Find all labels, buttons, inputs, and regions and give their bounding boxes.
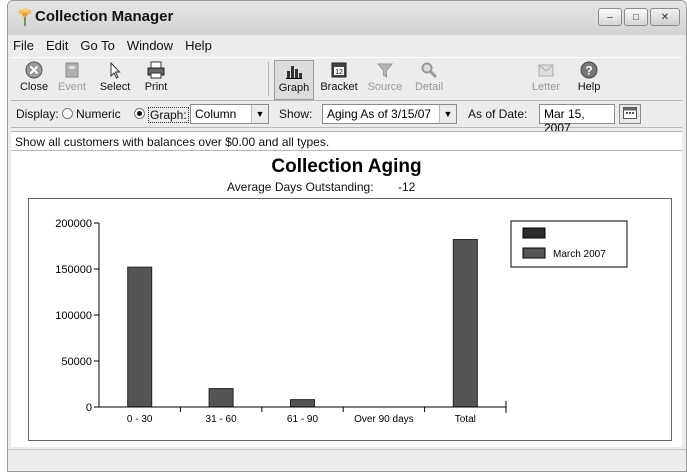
print-button-label: Print xyxy=(144,81,168,93)
chart-title: Collection Aging xyxy=(271,156,422,177)
bracket-badge: 12 xyxy=(335,69,343,76)
show-dropdown-arrow-icon[interactable]: ▼ xyxy=(439,105,456,123)
select-button-label: Select xyxy=(99,81,131,93)
flower-app-icon xyxy=(16,7,34,27)
x-tick-label: 31 - 60 xyxy=(206,414,238,425)
toolbar-separator xyxy=(268,62,269,96)
envelope-icon xyxy=(536,60,556,80)
y-axis: 200000 150000 100000 50000 0 xyxy=(55,218,100,414)
legend-swatch xyxy=(522,247,546,259)
numeric-radio[interactable] xyxy=(62,108,73,119)
funnel-icon xyxy=(375,60,395,80)
maximize-button[interactable]: □ xyxy=(624,8,648,26)
title-bar[interactable]: Collection Manager – □ ✕ xyxy=(8,1,686,35)
bar xyxy=(290,399,315,408)
window-controls: – □ ✕ xyxy=(598,8,680,26)
filter-description: Show all customers with balances over $0… xyxy=(11,131,682,151)
graph-radio-label[interactable]: Graph: xyxy=(148,107,189,123)
minimize-button[interactable]: – xyxy=(598,8,622,26)
menu-file[interactable]: File xyxy=(13,38,34,53)
show-select[interactable]: Aging As of 3/15/07 ▼ xyxy=(322,104,457,124)
help-button-label: Help xyxy=(577,81,601,93)
x-tick-label: Total xyxy=(455,414,476,425)
average-days-label: Average Days Outstanding: xyxy=(227,180,374,194)
as-of-date-field[interactable]: Mar 15, 2007 xyxy=(539,104,615,135)
chart-type-value: Column xyxy=(195,107,237,121)
as-of-date-label: As of Date: xyxy=(468,107,528,121)
bracket-button[interactable]: 12 Bracket xyxy=(318,60,360,100)
print-button[interactable]: Print xyxy=(139,60,173,100)
close-button-label: Close xyxy=(19,81,49,93)
menu-window[interactable]: Window xyxy=(127,38,173,53)
close-window-button[interactable]: ✕ xyxy=(650,8,680,26)
aging-chart-svg: 200000 150000 100000 50000 0 0 - 30 31 - 60 61… xyxy=(55,218,628,425)
collection-manager-window: Collection Manager – □ ✕ File Edit Go To… xyxy=(7,0,687,472)
window-title: Collection Manager xyxy=(35,8,174,25)
calendar-picker-icon xyxy=(623,106,637,122)
calendar-icon: 12 xyxy=(329,60,349,80)
calendar-button[interactable] xyxy=(619,104,641,124)
printer-icon xyxy=(146,60,166,80)
svg-text:?: ? xyxy=(585,64,592,78)
report-content: Collection Aging Average Days Outstandin… xyxy=(11,151,682,447)
letter-button-label: Letter xyxy=(531,81,561,93)
numeric-label[interactable]: Numeric xyxy=(76,107,121,121)
bars xyxy=(127,239,478,408)
bar xyxy=(208,388,234,408)
x-tick-label: 0 - 30 xyxy=(127,414,153,425)
display-options-bar: Display: Numeric Graph: Column ▼ Show: A… xyxy=(11,101,682,135)
y-tick-label: 100000 xyxy=(55,310,92,322)
chart-type-dropdown-arrow-icon[interactable]: ▼ xyxy=(251,105,268,123)
menu-go-to[interactable]: Go To xyxy=(80,38,114,53)
aging-chart: 200000 150000 100000 50000 0 0 - 30 31 - 60 61… xyxy=(28,198,672,441)
select-button[interactable]: Select xyxy=(95,60,135,100)
display-label: Display: xyxy=(16,107,59,121)
menu-help[interactable]: Help xyxy=(185,38,212,53)
graph-button[interactable]: Graph xyxy=(274,60,314,100)
event-icon xyxy=(62,60,82,80)
bracket-button-label: Bracket xyxy=(320,81,358,93)
close-circle-icon xyxy=(24,60,44,80)
average-days-value: -12 xyxy=(398,180,416,194)
detail-button-label: Detail xyxy=(414,81,444,93)
help-button[interactable]: ? Help xyxy=(571,60,607,100)
event-button-label: Event xyxy=(57,81,87,93)
show-label: Show: xyxy=(279,107,313,121)
source-button-label: Source xyxy=(367,81,403,93)
chart-type-select[interactable]: Column ▼ xyxy=(190,104,269,124)
x-tick-label: 61 - 90 xyxy=(287,414,319,425)
legend-swatch xyxy=(522,227,546,239)
question-mark-icon: ? xyxy=(579,60,599,80)
x-tick-label: Over 90 days xyxy=(354,414,413,425)
magnifier-icon xyxy=(419,60,439,80)
detail-button[interactable]: Detail xyxy=(410,60,448,100)
bar xyxy=(452,239,478,408)
status-bar xyxy=(8,449,686,471)
legend-label: March 2007 xyxy=(553,249,606,260)
show-value: Aging As of 3/15/07 xyxy=(327,107,432,121)
event-button[interactable]: Event xyxy=(55,60,89,100)
bar xyxy=(127,266,153,408)
cursor-arrow-icon xyxy=(105,60,125,80)
graph-button-label: Graph xyxy=(278,82,310,94)
legend: March 2007 xyxy=(510,220,628,268)
close-button[interactable]: Close xyxy=(17,60,51,100)
y-tick-label: 0 xyxy=(86,402,92,414)
graph-radio[interactable] xyxy=(134,108,145,119)
y-tick-label: 50000 xyxy=(61,356,92,368)
menu-edit[interactable]: Edit xyxy=(46,38,68,53)
menu-bar: File Edit Go To Window Help xyxy=(8,35,686,56)
y-tick-label: 150000 xyxy=(55,264,92,276)
y-tick-label: 200000 xyxy=(55,218,92,230)
letter-button[interactable]: Letter xyxy=(527,60,565,100)
toolbar: Close Event Select Print Graph 12 Bracke… xyxy=(11,57,682,101)
source-button[interactable]: Source xyxy=(364,60,406,100)
bar-chart-icon xyxy=(284,61,304,81)
